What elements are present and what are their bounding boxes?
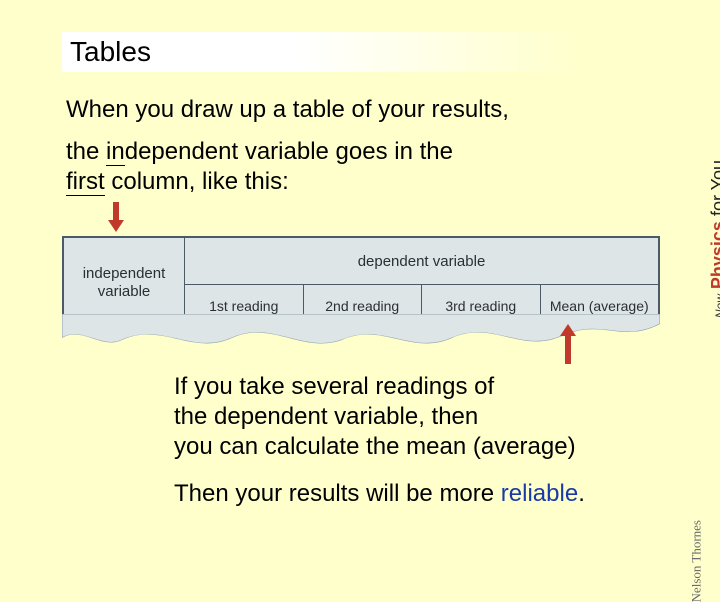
- p4-c: .: [578, 480, 585, 507]
- p4-a: Then your results will be more: [174, 480, 501, 507]
- brand-foryou: for You: [708, 160, 720, 221]
- brand-new: New: [713, 294, 720, 318]
- p2-l1-a: the: [66, 138, 106, 165]
- table-subheader-2: 2nd reading: [303, 285, 422, 328]
- table-header-dependent: dependent variable: [185, 238, 659, 285]
- table-subheader-4: Mean (average): [540, 285, 659, 328]
- p3-line3: you can calculate the mean (average): [174, 432, 576, 462]
- paragraph-2: the independent variable goes in the fir…: [66, 137, 453, 197]
- arrow-down-icon: [108, 202, 124, 230]
- slide-title: Tables: [62, 32, 582, 72]
- paragraph-3: If you take several readings of the depe…: [174, 372, 576, 462]
- independent-line2: variable: [98, 283, 151, 300]
- p2-underline-in: in: [106, 138, 125, 166]
- publisher-name: Nelson Thornes: [688, 520, 704, 602]
- p2-l1-c: dependent variable goes in the: [125, 138, 453, 165]
- p4-reliable: reliable: [501, 480, 578, 507]
- p3-line1: If you take several readings of: [174, 372, 576, 402]
- p2-l2-b: column, like this:: [105, 168, 289, 195]
- p2-underline-first: first: [66, 168, 105, 196]
- paragraph-1: When you draw up a table of your results…: [66, 96, 509, 124]
- results-table: independent variable dependent variable …: [62, 236, 660, 329]
- table-header-independent: independent variable: [64, 238, 185, 328]
- independent-line1: independent: [83, 265, 166, 282]
- table-subheader-3: 3rd reading: [422, 285, 541, 328]
- physics-for-you-logo: New Physics for You: [708, 160, 720, 318]
- p3-line2: the dependent variable, then: [174, 402, 576, 432]
- publisher-sidebar: New Physics for You Nelson Thornes: [674, 0, 714, 540]
- brand-physics: Physics: [708, 221, 720, 289]
- arrow-up-icon: [560, 324, 576, 364]
- table-subheader-1: 1st reading: [185, 285, 304, 328]
- paragraph-4: Then your results will be more reliable.: [174, 480, 585, 508]
